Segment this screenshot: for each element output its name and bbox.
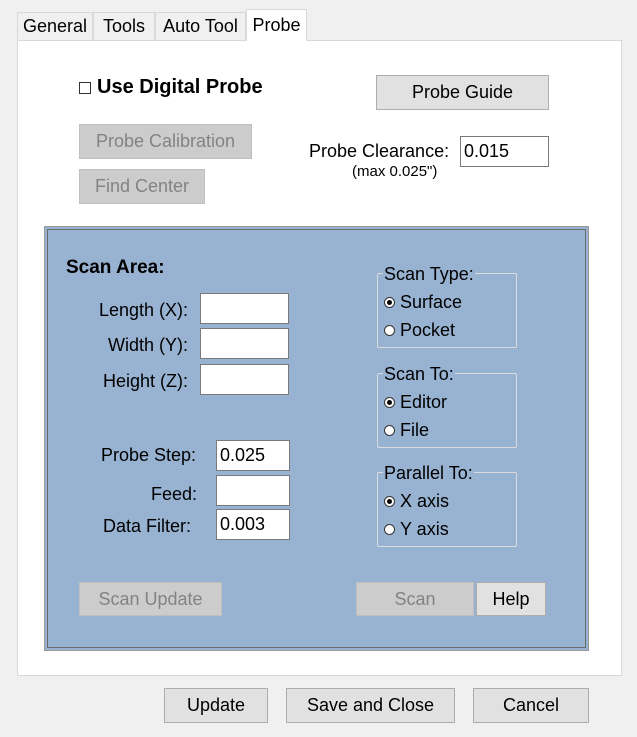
save-and-close-button[interactable]: Save and Close — [286, 688, 455, 723]
data-filter-label: Data Filter: — [102, 516, 191, 536]
scan-button[interactable]: Scan — [356, 582, 474, 616]
use-digital-probe-checkbox[interactable] — [79, 82, 91, 94]
scan-type-group: Scan Type: Surface Pocket — [377, 264, 517, 348]
probe-clearance-hint: (max 0.025") — [352, 163, 438, 180]
scan-type-surface-option[interactable]: Surface — [384, 292, 462, 313]
scan-update-button[interactable]: Scan Update — [79, 582, 222, 616]
scan-to-file-label: File — [400, 420, 430, 440]
cancel-button[interactable]: Cancel — [473, 688, 589, 723]
parallel-to-y-option[interactable]: Y axis — [384, 519, 449, 540]
parallel-to-title: Parallel To: — [383, 463, 474, 483]
update-button[interactable]: Update — [164, 688, 268, 723]
scan-type-pocket-label: Pocket — [400, 320, 456, 340]
scan-to-editor-label: Editor — [400, 392, 448, 412]
use-digital-probe-label: Use Digital Probe — [97, 76, 263, 98]
length-input[interactable] — [200, 293, 289, 324]
scan-to-title: Scan To: — [383, 364, 455, 384]
width-input[interactable] — [200, 328, 289, 359]
scan-area-title: Scan Area: — [66, 257, 165, 278]
scan-type-surface-label: Surface — [400, 292, 463, 312]
probe-step-input[interactable]: 0.025 — [216, 440, 290, 471]
tab-probe[interactable]: Probe — [246, 9, 307, 41]
parallel-to-x-option[interactable]: X axis — [384, 491, 449, 512]
scan-to-group: Scan To: Editor File — [377, 364, 517, 448]
radio-button-icon[interactable] — [384, 325, 395, 336]
length-label: Length (X): — [98, 300, 188, 320]
radio-button-icon[interactable] — [384, 524, 395, 535]
data-filter-input[interactable]: 0.003 — [216, 509, 290, 540]
feed-label: Feed: — [150, 484, 197, 504]
tab-general[interactable]: General — [17, 12, 93, 40]
tab-auto-tool[interactable]: Auto Tool — [155, 12, 246, 40]
scan-to-editor-option[interactable]: Editor — [384, 392, 447, 413]
probe-step-label: Probe Step: — [100, 445, 196, 465]
radio-button-icon[interactable] — [384, 425, 395, 436]
probe-calibration-button[interactable]: Probe Calibration — [79, 124, 252, 159]
radio-button-icon[interactable] — [384, 397, 395, 408]
parallel-to-y-label: Y axis — [400, 519, 449, 539]
radio-button-icon[interactable] — [384, 496, 395, 507]
probe-clearance-input[interactable]: 0.015 — [460, 136, 549, 167]
tab-tools[interactable]: Tools — [93, 12, 155, 40]
height-label: Height (Z): — [102, 371, 188, 391]
help-button[interactable]: Help — [476, 582, 546, 616]
parallel-to-x-label: X axis — [400, 491, 450, 511]
height-input[interactable] — [200, 364, 289, 395]
feed-input[interactable] — [216, 475, 290, 506]
width-label: Width (Y): — [107, 335, 188, 355]
parallel-to-group: Parallel To: X axis Y axis — [377, 463, 517, 547]
find-center-button[interactable]: Find Center — [79, 169, 205, 204]
probe-clearance-label: Probe Clearance: — [309, 141, 450, 161]
radio-button-icon[interactable] — [384, 297, 395, 308]
probe-guide-button[interactable]: Probe Guide — [376, 75, 549, 110]
scan-type-title: Scan Type: — [383, 264, 475, 284]
scan-type-pocket-option[interactable]: Pocket — [384, 320, 455, 341]
scan-to-file-option[interactable]: File — [384, 420, 429, 441]
